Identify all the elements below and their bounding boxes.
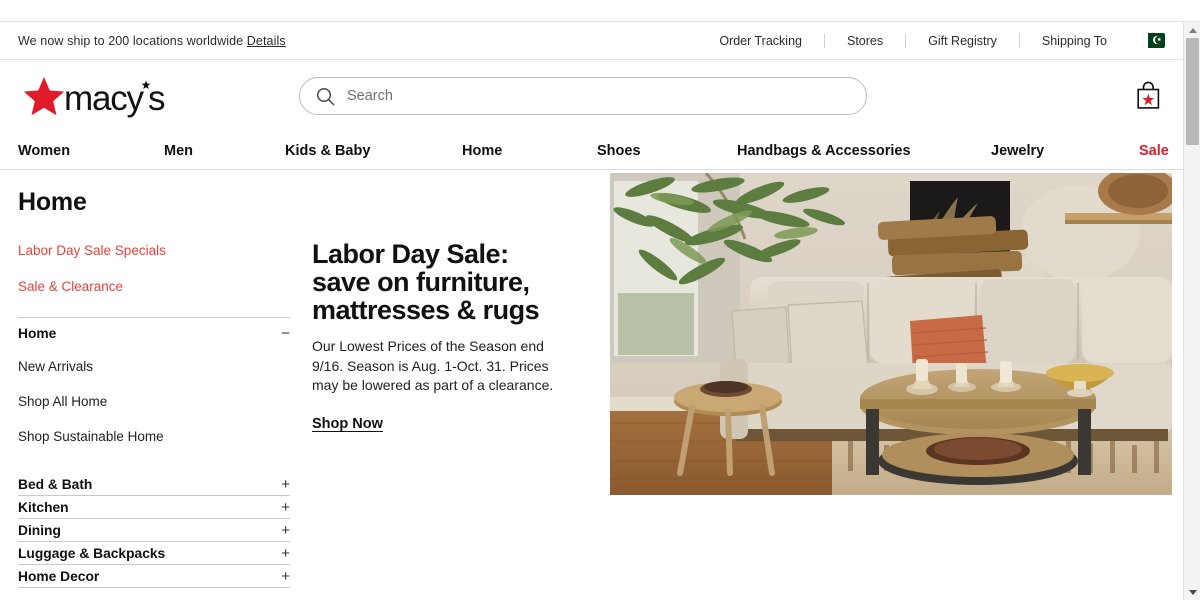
promo-headline-line1: Labor Day Sale:: [312, 239, 509, 269]
shipping-message: We now ship to 200 locations worldwide D…: [18, 34, 286, 48]
shopping-bag-button[interactable]: [1131, 77, 1165, 115]
utility-links: Order Tracking Stores Gift Registry Ship…: [697, 33, 1165, 48]
search-icon: [316, 87, 335, 105]
main-navigation: Women Men Kids & Baby Home Shoes Handbag…: [0, 132, 1183, 170]
plus-icon: +: [281, 521, 290, 539]
plus-icon: +: [281, 475, 290, 493]
scroll-down-button[interactable]: [1184, 584, 1200, 600]
sidebar-group-luggage-backpacks-label: Luggage & Backpacks: [18, 545, 166, 561]
shop-now-link[interactable]: Shop Now: [312, 416, 383, 432]
plus-icon: +: [281, 544, 290, 562]
plus-icon: +: [281, 567, 290, 585]
nav-item-women[interactable]: Women: [18, 143, 70, 159]
page-title: Home: [18, 188, 87, 216]
nav-item-kids-baby[interactable]: Kids & Baby: [285, 143, 370, 159]
scroll-up-button[interactable]: [1184, 22, 1200, 38]
svg-text:s: s: [148, 79, 165, 118]
sidebar-group-home-decor-label: Home Decor: [18, 568, 100, 584]
sidebar-item-new-arrivals[interactable]: New Arrivals: [18, 349, 290, 384]
macys-logo[interactable]: macy s: [18, 74, 170, 118]
sidebar-group-home-label: Home: [18, 326, 57, 341]
utility-link-shipping-to[interactable]: Shipping To: [1020, 34, 1129, 48]
nav-item-shoes[interactable]: Shoes: [597, 143, 641, 159]
promo-headline-line3: mattresses & rugs: [312, 295, 540, 326]
sidebar-promo-labor-day-sale-specials[interactable]: Labor Day Sale Specials: [18, 243, 290, 258]
logo-star-icon: [23, 77, 65, 116]
utility-link-gift-registry[interactable]: Gift Registry: [906, 34, 1019, 48]
shopping-bag-icon: [1136, 81, 1159, 109]
browser-chrome-strip: [0, 0, 1200, 22]
sidebar-group-dining[interactable]: Dining +: [18, 519, 290, 542]
promo-body-text: Our Lowest Prices of the Season end 9/16…: [312, 338, 554, 393]
promo-headline-line2: save on furniture,: [312, 267, 530, 298]
shipping-message-text: We now ship to 200 locations worldwide: [18, 33, 244, 48]
sidebar-group-kitchen-label: Kitchen: [18, 499, 69, 515]
sidebar-group-dining-label: Dining: [18, 522, 61, 538]
sidebar-promo-sale-clearance[interactable]: Sale & Clearance: [18, 279, 290, 294]
nav-item-sale[interactable]: Sale: [1139, 143, 1169, 159]
minus-icon: −: [281, 325, 290, 342]
pakistan-flag-icon[interactable]: [1143, 33, 1165, 48]
macys-home-page: We now ship to 200 locations worldwide D…: [0, 0, 1200, 600]
promo-headline: Labor Day Sale: save on furniture, mattr…: [312, 240, 592, 324]
sidebar-group-bed-bath-label: Bed & Bath: [18, 476, 93, 492]
category-sidebar: Home Labor Day Sale Specials Sale & Clea…: [18, 170, 290, 588]
utility-link-order-tracking[interactable]: Order Tracking: [697, 34, 824, 48]
hero-image-illustration: [610, 173, 1172, 495]
flag-star-icon: [1157, 37, 1162, 42]
masthead: macy s: [0, 60, 1183, 132]
vertical-scrollbar[interactable]: [1183, 22, 1200, 600]
nav-item-handbags-accessories[interactable]: Handbags & Accessories: [737, 143, 911, 159]
nav-item-jewelry[interactable]: Jewelry: [991, 143, 1044, 159]
plus-icon: +: [281, 498, 290, 516]
details-link[interactable]: Details: [247, 34, 286, 48]
page-viewport: We now ship to 200 locations worldwide D…: [0, 22, 1183, 600]
svg-text:macy: macy: [64, 79, 145, 118]
sidebar-group-bed-bath[interactable]: Bed & Bath +: [18, 473, 290, 496]
chevron-down-icon: [1188, 589, 1197, 595]
promo-copy: Labor Day Sale: save on furniture, mattr…: [312, 170, 592, 433]
utility-bar: We now ship to 200 locations worldwide D…: [0, 22, 1183, 60]
nav-item-home[interactable]: Home: [462, 143, 502, 159]
search-bar[interactable]: [299, 77, 867, 115]
sidebar-item-shop-sustainable-home[interactable]: Shop Sustainable Home: [18, 419, 290, 454]
utility-link-stores[interactable]: Stores: [825, 34, 905, 48]
hero-image[interactable]: [610, 173, 1172, 495]
sidebar-group-kitchen[interactable]: Kitchen +: [18, 496, 290, 519]
sidebar-group-luggage-backpacks[interactable]: Luggage & Backpacks +: [18, 542, 290, 565]
sidebar-group-home-decor[interactable]: Home Decor +: [18, 565, 290, 588]
scrollbar-thumb[interactable]: [1186, 38, 1199, 145]
search-input[interactable]: [347, 78, 850, 114]
sidebar-group-home[interactable]: Home −: [18, 318, 290, 349]
nav-item-men[interactable]: Men: [164, 143, 193, 159]
sidebar-item-shop-all-home[interactable]: Shop All Home: [18, 384, 290, 419]
chevron-up-icon: [1188, 27, 1197, 33]
